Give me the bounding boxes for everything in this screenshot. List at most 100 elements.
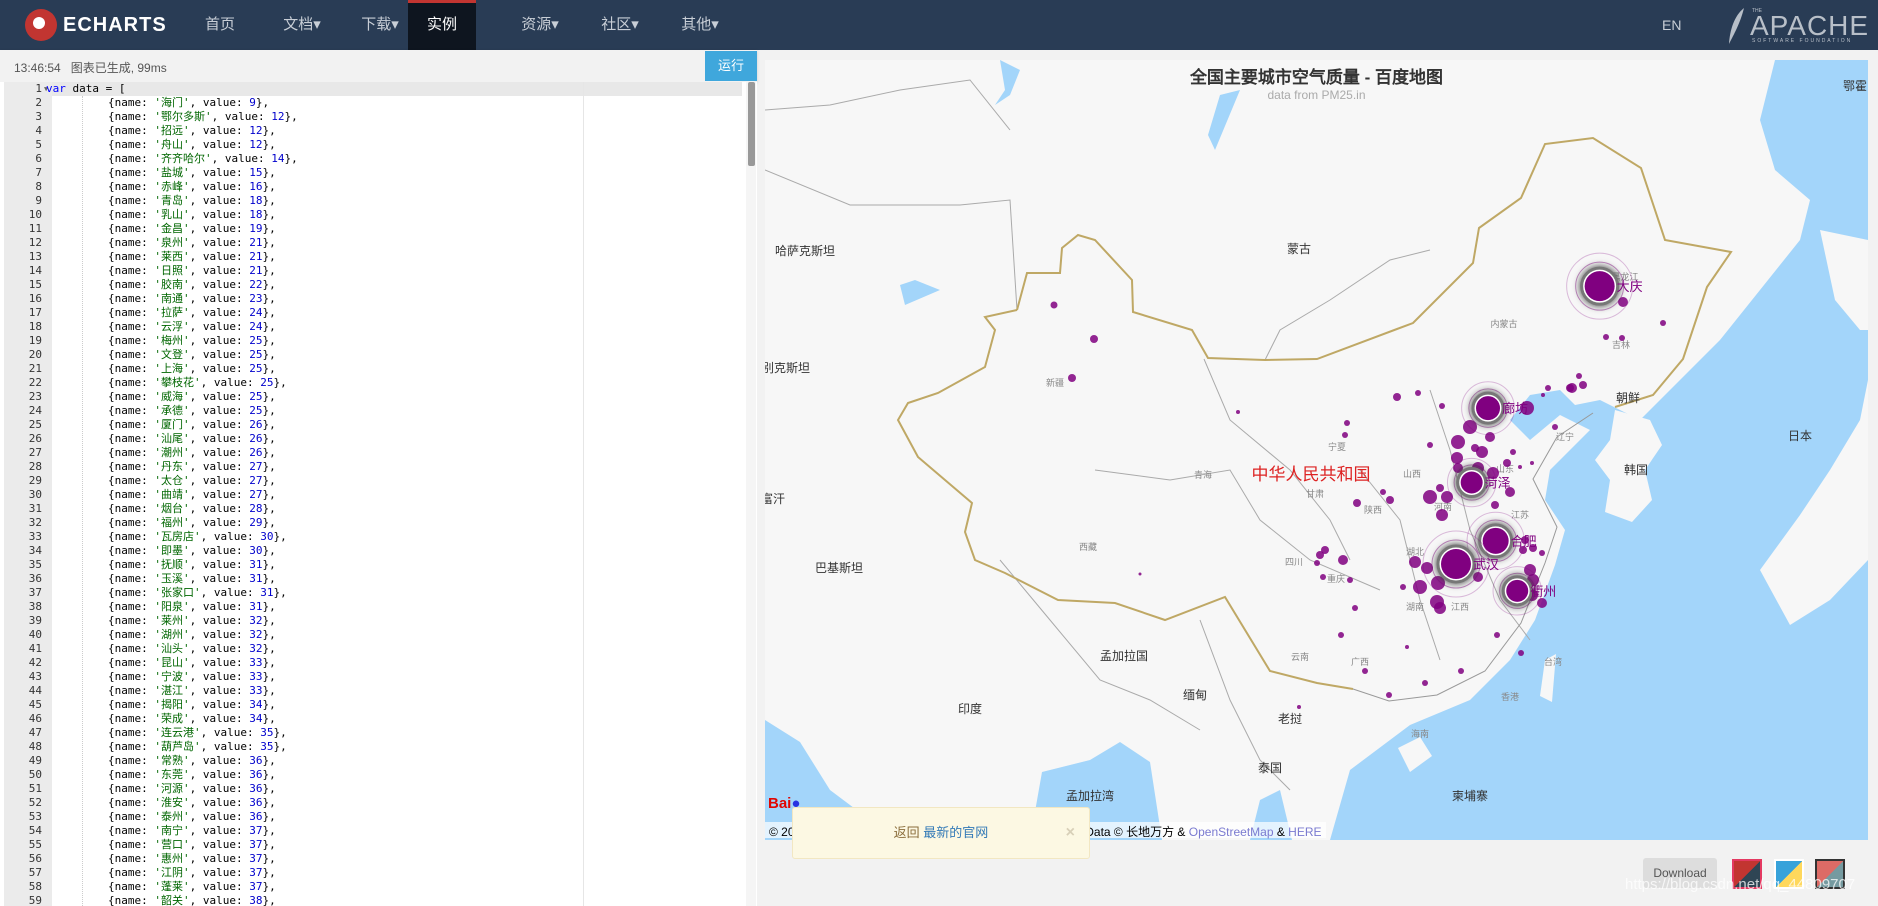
- line-number: 8: [35, 180, 42, 193]
- line-number: 16: [28, 292, 42, 305]
- attr-amp: &: [1273, 825, 1289, 839]
- line-number: 40: [28, 628, 42, 641]
- country-label: 印度: [958, 701, 982, 716]
- code-line: {name: '招远', value: 12},: [55, 124, 276, 137]
- code-line: {name: '张家口', value: 31},: [55, 586, 287, 599]
- here-link[interactable]: HERE: [1288, 825, 1321, 839]
- scatter-point: [1436, 509, 1448, 521]
- official-site-link[interactable]: 最新的官网: [923, 825, 988, 840]
- nav-item[interactable]: 其他▾: [670, 0, 730, 50]
- scatter-point: [1503, 459, 1511, 467]
- language-switch[interactable]: EN: [1662, 0, 1681, 50]
- line-number: 56: [28, 852, 42, 865]
- line-number: 42: [28, 656, 42, 669]
- echarts-logo[interactable]: ECHARTS: [25, 9, 167, 41]
- code-line: {name: '汕头', value: 32},: [55, 642, 276, 655]
- effect-scatter-point: [1441, 549, 1471, 579]
- scatter-point: [1545, 385, 1551, 391]
- run-button[interactable]: 运行: [705, 51, 757, 81]
- top-nav: ECHARTS 首页 文档▾ 下载▾ 实例 资源▾ 社区▾ 其他▾ EN THE APACH…: [0, 0, 1878, 50]
- code-line: {name: '福州', value: 29},: [55, 516, 276, 529]
- map-chart[interactable]: 蒙古哈萨克斯坦朝鲜日本韩国印度缅甸孟加拉国老挝泰国巴基斯坦富汗兹别克斯坦鄂霍孟加…: [765, 60, 1868, 840]
- line-number: 37: [28, 586, 42, 599]
- scatter-point: [1567, 383, 1577, 393]
- map-canvas[interactable]: 蒙古哈萨克斯坦朝鲜日本韩国印度缅甸孟加拉国老挝泰国巴基斯坦富汗兹别克斯坦鄂霍孟加…: [765, 60, 1868, 840]
- code-line: {name: '江阴', value: 37},: [55, 866, 276, 879]
- code-editor[interactable]: 1 ▼ 2 3 4 5 6 7 8 9 10 11 12 13 14 15 16 17 18 19 20 21 22 23 24…: [0, 82, 757, 906]
- code-line: {name: '玉溪', value: 31},: [55, 572, 276, 585]
- echarts-logo-icon: [25, 9, 57, 41]
- code-line: {name: '湛江', value: 33},: [55, 684, 276, 697]
- nav-item[interactable]: 资源▾: [510, 0, 570, 50]
- code-line: {name: '太仓', value: 27},: [55, 474, 276, 487]
- close-icon[interactable]: ×: [1066, 808, 1075, 858]
- line-number: 20: [28, 348, 42, 361]
- country-label: 老挝: [1278, 712, 1302, 726]
- province-label: 重庆: [1327, 573, 1345, 584]
- scatter-point: [1660, 320, 1666, 326]
- editor-scrollbar[interactable]: [746, 82, 756, 906]
- scatter-point: [1422, 680, 1428, 686]
- code-line: {name: '常熟', value: 36},: [55, 754, 276, 767]
- scatter-point: [1138, 572, 1142, 576]
- line-number: 10: [28, 208, 42, 221]
- code-line: {name: '潮州', value: 26},: [55, 446, 276, 459]
- effect-scatter-point: [1584, 271, 1615, 302]
- code-line: {name: '海门', value: 9},: [55, 96, 270, 109]
- line-number: 33: [28, 530, 42, 543]
- line-number: 24: [28, 404, 42, 417]
- nav-item[interactable]: 文档▾: [272, 0, 332, 50]
- scatter-point: [1321, 546, 1329, 554]
- scatter-point: [1409, 556, 1421, 568]
- line-number: 32: [28, 516, 42, 529]
- province-label: 海南: [1411, 728, 1429, 739]
- line-number: 11: [28, 222, 42, 235]
- apache-logo[interactable]: THE APACHE SOFTWARE FOUNDATION: [1726, 6, 1868, 51]
- province-label: 新疆: [1046, 377, 1064, 388]
- code-line: {name: '泉州', value: 21},: [55, 236, 276, 249]
- code-line: {name: '丹东', value: 27},: [55, 460, 276, 473]
- code-line: {name: '文登', value: 25},: [55, 348, 276, 361]
- effect-scatter-point: [1482, 527, 1509, 554]
- nav-item[interactable]: 实例: [408, 0, 476, 50]
- scatter-point: [1434, 602, 1446, 614]
- scatter-point: [1314, 560, 1320, 566]
- scatter-point: [1386, 496, 1394, 504]
- nav-item[interactable]: 下载▾: [350, 0, 410, 50]
- code-line: {name: '拉萨', value: 24},: [55, 306, 276, 319]
- chart-subtitle: data from PM25.in: [1267, 88, 1366, 102]
- scatter-point: [1539, 550, 1545, 556]
- scatter-point: [1576, 373, 1582, 379]
- code-line: {name: '东莞', value: 36},: [55, 768, 276, 781]
- watermark: https://blog.csdn.net/qq_44809707: [1625, 876, 1856, 893]
- code-line: {name: '连云港', value: 35},: [55, 726, 287, 739]
- country-label-china: 中华人民共和国: [1252, 465, 1371, 484]
- code-line: {name: '赤峰', value: 16},: [55, 180, 276, 193]
- province-label: 内蒙古: [1490, 318, 1517, 329]
- code-line: {name: '上海', value: 25},: [55, 362, 276, 375]
- province-label: 湖北: [1406, 547, 1424, 557]
- scatter-point: [1380, 489, 1386, 495]
- line-gutter: 1 ▼ 2 3 4 5 6 7 8 9 10 11 12 13 14 15 16 17 18 19 20 21 22 23 24…: [4, 82, 52, 906]
- nav-item[interactable]: 首页: [198, 0, 242, 50]
- line-number: 23: [28, 390, 42, 403]
- apache-subtext: SOFTWARE FOUNDATION: [1752, 38, 1853, 44]
- scatter-point: [1400, 584, 1406, 590]
- notice-text: 返回: [893, 825, 924, 840]
- scrollbar-thumb[interactable]: [748, 82, 755, 166]
- line-number: 14: [28, 264, 42, 277]
- attr-prefix: © 20: [769, 825, 795, 839]
- nav-item[interactable]: 社区▾: [590, 0, 650, 50]
- city-label: 廊坊: [1502, 401, 1528, 416]
- osm-link[interactable]: OpenStreetMap: [1189, 825, 1274, 839]
- line-number: 6: [35, 152, 42, 165]
- province-label: 辽宁: [1556, 431, 1574, 442]
- scatter-point: [1552, 424, 1558, 430]
- province-label: 陕西: [1364, 504, 1382, 515]
- scatter-point: [1458, 668, 1464, 674]
- line-number: 50: [28, 768, 42, 781]
- line-number: 38: [28, 600, 42, 613]
- scatter-point: [1342, 432, 1348, 438]
- line-number: 34: [28, 544, 42, 557]
- code-line: {name: '南宁', value: 37},: [55, 824, 276, 837]
